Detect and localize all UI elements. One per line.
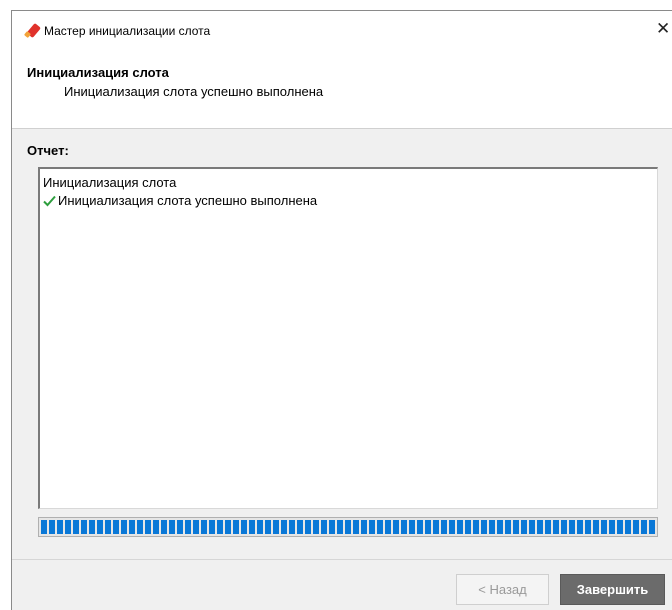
close-icon[interactable]: ✕ [656, 13, 672, 45]
wizard-body: Отчет: Инициализация слота Инициализация… [12, 129, 672, 559]
report-line-text: Инициализация слота [43, 175, 177, 190]
back-button[interactable]: < Назад [456, 574, 549, 605]
progress-fill [41, 520, 655, 534]
window-title: Мастер инициализации слота [44, 24, 211, 38]
report-label: Отчет: [27, 143, 69, 158]
header-title: Инициализация слота [27, 65, 169, 80]
finish-button[interactable]: Завершить [560, 574, 665, 605]
report-line: Инициализация слота [43, 174, 654, 192]
app-token-icon [23, 22, 41, 40]
title-bar: Мастер инициализации слота ✕ [12, 11, 672, 51]
header-subtitle: Инициализация слота успешно выполнена [64, 84, 324, 99]
report-log[interactable]: Инициализация слота Инициализация слота … [38, 167, 658, 509]
report-line-text: Инициализация слота успешно выполнена [58, 193, 318, 208]
checkmark-icon [43, 192, 56, 210]
wizard-footer: < Назад Завершить [12, 559, 672, 610]
wizard-header: Инициализация слота Инициализация слота … [12, 51, 672, 129]
progress-bar [38, 517, 658, 537]
wizard-window: Мастер инициализации слота ✕ Инициализац… [11, 10, 672, 610]
report-line: Инициализация слота успешно выполнена [43, 192, 654, 210]
